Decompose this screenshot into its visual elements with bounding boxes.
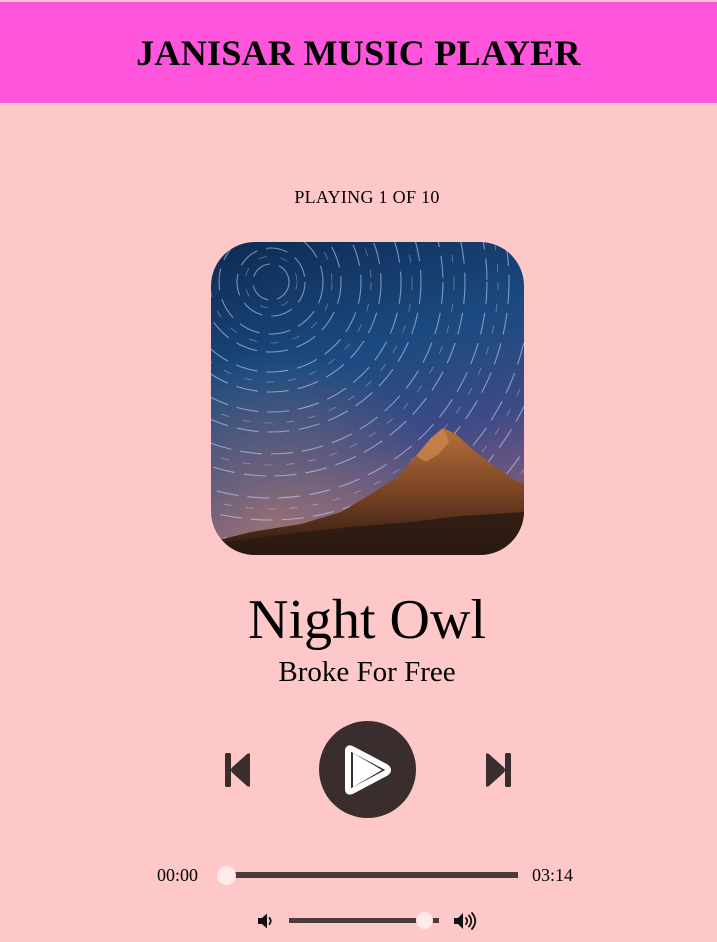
total-time: 03:14: [532, 865, 574, 885]
music-player-page: JANISAR MUSIC PLAYER PLAYING 1 OF 10 Nig…: [0, 0, 717, 942]
volume-slider-thumb[interactable]: [415, 912, 433, 929]
current-time: 00:00: [157, 865, 199, 885]
previous-track-button[interactable]: [220, 749, 256, 791]
album-artwork: [211, 242, 524, 555]
volume-up-icon: [454, 912, 477, 930]
play-icon: [344, 744, 391, 795]
volume-up-button[interactable]: [453, 911, 479, 931]
app-title: JANISAR MUSIC PLAYER: [136, 32, 581, 73]
track-title: Night Owl: [248, 589, 486, 651]
play-button[interactable]: [319, 721, 416, 818]
volume-down-icon: [258, 913, 272, 929]
next-track-button[interactable]: [480, 749, 516, 791]
volume-down-button[interactable]: [257, 912, 275, 930]
header-bar: JANISAR MUSIC PLAYER: [0, 2, 717, 103]
skip-previous-icon: [225, 753, 250, 787]
now-playing-label: PLAYING 1 OF 10: [294, 187, 440, 207]
skip-next-icon: [486, 753, 511, 787]
track-artist: Broke For Free: [278, 656, 456, 688]
seek-slider[interactable]: [221, 872, 518, 878]
seek-slider-thumb[interactable]: [216, 866, 236, 885]
